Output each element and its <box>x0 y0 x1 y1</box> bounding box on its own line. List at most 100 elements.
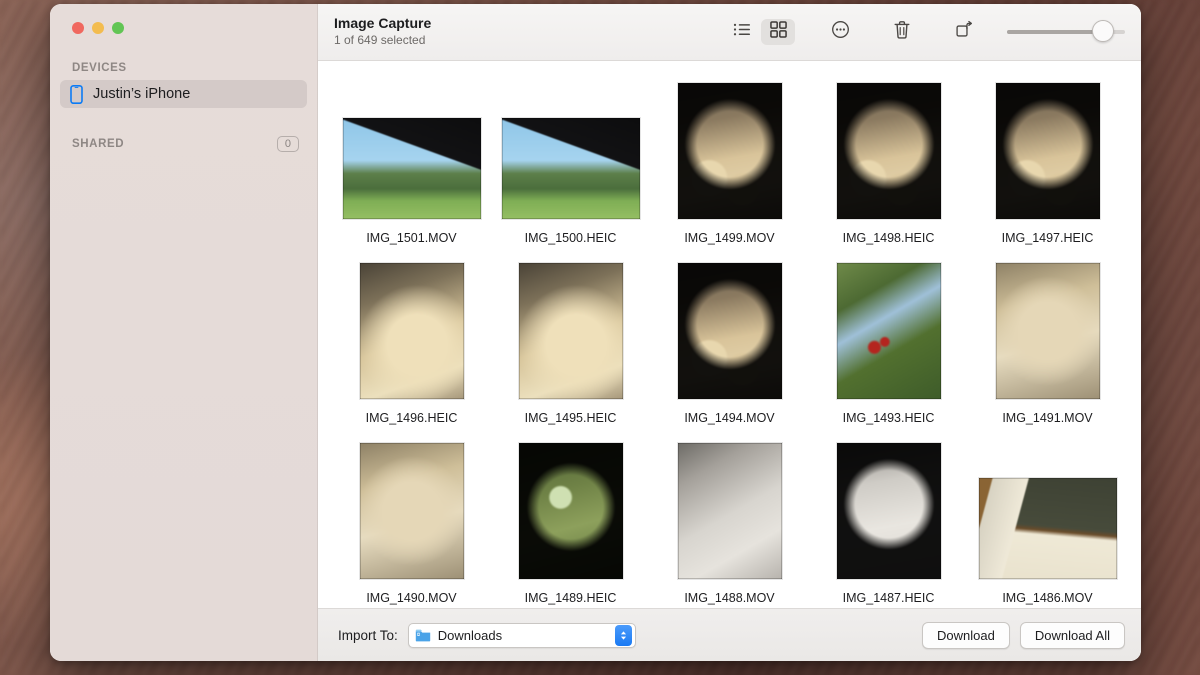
grid-item[interactable]: IMG_1501.MOV <box>332 73 491 245</box>
thumbnail-holder <box>360 443 464 579</box>
grid-item[interactable]: IMG_1486.MOV <box>968 433 1127 605</box>
thumbnail-grid: IMG_1501.MOV IMG_1500.HEIC <box>318 73 1141 605</box>
window-controls <box>60 4 307 34</box>
grid-item[interactable]: IMG_1489.HEIC <box>491 433 650 605</box>
thumbnail-image[interactable] <box>678 263 782 399</box>
delete-button[interactable] <box>885 19 919 45</box>
grid-item[interactable]: IMG_1499.MOV <box>650 73 809 245</box>
download-all-button[interactable]: Download All <box>1020 622 1125 649</box>
sidebar-section-devices: DEVICES <box>60 62 307 74</box>
thumbnail-image[interactable] <box>979 478 1117 579</box>
thumbnail-image[interactable] <box>343 118 481 219</box>
grid-item[interactable]: IMG_1487.HEIC <box>809 433 968 605</box>
thumbnail-filename: IMG_1491.MOV <box>1002 411 1092 425</box>
thumbnail-holder <box>519 263 623 399</box>
thumbnail-size-slider[interactable] <box>1007 19 1125 45</box>
photo-artwork <box>360 443 464 579</box>
grid-item[interactable]: IMG_1496.HEIC <box>332 253 491 425</box>
grid-item[interactable]: IMG_1498.HEIC <box>809 73 968 245</box>
page-title: Image Capture <box>334 15 431 33</box>
thumbnail-filename: IMG_1497.HEIC <box>1002 231 1094 245</box>
bottom-bar: Import To: Downloads Download <box>318 608 1141 661</box>
photo-artwork <box>678 83 782 219</box>
import-destination-select[interactable]: Downloads <box>408 623 636 648</box>
grid-item[interactable]: IMG_1491.MOV <box>968 253 1127 425</box>
shared-count-badge: 0 <box>277 136 299 152</box>
photo-artwork <box>996 83 1100 219</box>
thumbnail-image[interactable] <box>519 263 623 399</box>
photo-artwork <box>519 443 623 579</box>
thumbnail-image[interactable] <box>502 118 640 219</box>
thumbnail-image[interactable] <box>678 83 782 219</box>
photo-artwork <box>678 443 782 579</box>
thumbnail-image[interactable] <box>678 443 782 579</box>
thumbnail-filename: IMG_1487.HEIC <box>843 591 935 605</box>
photo-artwork <box>996 263 1100 399</box>
thumbnail-image[interactable] <box>360 443 464 579</box>
zoom-button[interactable] <box>112 22 124 34</box>
chevron-updown-icon[interactable] <box>615 625 632 646</box>
rotate-icon <box>955 20 974 44</box>
list-view-button[interactable] <box>725 19 759 45</box>
thumbnail-image[interactable] <box>996 83 1100 219</box>
import-to-label: Import To: <box>338 628 398 643</box>
import-destination-value: Downloads <box>438 628 608 643</box>
thumbnail-holder <box>996 263 1100 399</box>
thumbnail-holder <box>837 443 941 579</box>
thumbnail-holder <box>678 443 782 579</box>
download-button[interactable]: Download <box>922 622 1010 649</box>
grid-item[interactable]: IMG_1488.MOV <box>650 433 809 605</box>
grid-item[interactable]: IMG_1494.MOV <box>650 253 809 425</box>
thumbnail-filename: IMG_1495.HEIC <box>525 411 617 425</box>
grid-item[interactable]: IMG_1490.MOV <box>332 433 491 605</box>
content-pane: Image Capture 1 of 649 selected <box>318 4 1141 661</box>
grid-item[interactable]: IMG_1493.HEIC <box>809 253 968 425</box>
thumbnail-grid-area[interactable]: IMG_1501.MOV IMG_1500.HEIC <box>318 61 1141 608</box>
sidebar-section-devices-label: DEVICES <box>72 62 127 74</box>
thumbnail-filename: IMG_1496.HEIC <box>366 411 458 425</box>
thumbnail-holder <box>360 263 464 399</box>
folder-icon <box>415 628 431 642</box>
thumbnail-image[interactable] <box>360 263 464 399</box>
sidebar-item-label: Justin’s iPhone <box>93 86 190 102</box>
photo-artwork <box>837 443 941 579</box>
thumbnail-filename: IMG_1494.MOV <box>684 411 774 425</box>
grid-view-button[interactable] <box>761 19 795 45</box>
thumbnail-image[interactable] <box>519 443 623 579</box>
close-button[interactable] <box>72 22 84 34</box>
photo-artwork <box>837 83 941 219</box>
thumbnail-image[interactable] <box>837 263 941 399</box>
thumbnail-holder <box>502 83 640 219</box>
sidebar-item-justins-iphone[interactable]: Justin’s iPhone <box>60 80 307 108</box>
thumbnail-image[interactable] <box>837 83 941 219</box>
thumbnail-holder <box>979 443 1117 579</box>
selection-status: 1 of 649 selected <box>334 33 431 49</box>
thumbnail-image[interactable] <box>996 263 1100 399</box>
thumbnail-filename: IMG_1493.HEIC <box>843 411 935 425</box>
more-options-button[interactable] <box>823 19 857 45</box>
thumbnail-holder <box>678 83 782 219</box>
photo-artwork <box>360 263 464 399</box>
slider-thumb[interactable] <box>1092 20 1114 42</box>
grid-item[interactable]: IMG_1495.HEIC <box>491 253 650 425</box>
photo-artwork <box>837 263 941 399</box>
sidebar-section-shared-label: SHARED <box>72 138 124 150</box>
sidebar: DEVICES Justin’s iPhone SHARED 0 <box>50 4 318 661</box>
thumbnail-image[interactable] <box>837 443 941 579</box>
thumbnail-holder <box>343 83 481 219</box>
toolbar: Image Capture 1 of 649 selected <box>318 4 1141 61</box>
photo-artwork <box>502 118 640 219</box>
thumbnail-filename: IMG_1489.HEIC <box>525 591 617 605</box>
rotate-button[interactable] <box>947 19 981 45</box>
trash-icon <box>893 20 911 45</box>
slider-fill <box>1007 30 1099 34</box>
thumbnail-filename: IMG_1501.MOV <box>366 231 456 245</box>
list-view-icon <box>733 22 752 42</box>
iphone-icon <box>70 85 83 104</box>
minimize-button[interactable] <box>92 22 104 34</box>
thumbnail-filename: IMG_1499.MOV <box>684 231 774 245</box>
grid-item[interactable]: IMG_1497.HEIC <box>968 73 1127 245</box>
grid-item[interactable]: IMG_1500.HEIC <box>491 73 650 245</box>
thumbnail-filename: IMG_1498.HEIC <box>843 231 935 245</box>
grid-view-icon <box>770 21 787 43</box>
